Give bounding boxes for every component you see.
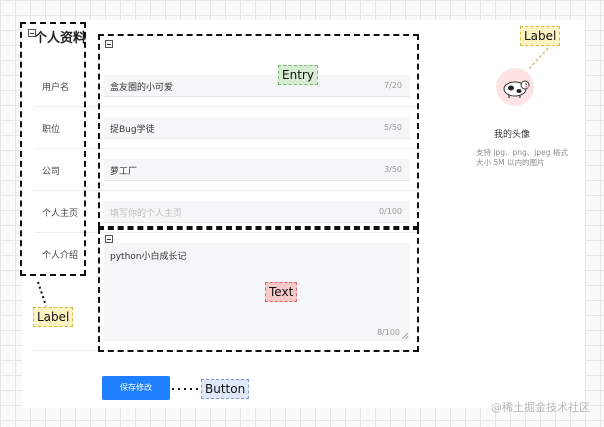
label-left-connector	[37, 281, 47, 307]
button-annotation: Button	[201, 379, 250, 399]
label-annotation-left: Label	[33, 307, 74, 327]
label-right-connector	[527, 47, 549, 71]
watermark: @稀土掘金技术社区	[491, 401, 590, 414]
text-annotation: Text	[265, 282, 298, 302]
label-annotation-right: Label	[520, 26, 561, 46]
entry-annotation: Entry	[278, 65, 318, 85]
